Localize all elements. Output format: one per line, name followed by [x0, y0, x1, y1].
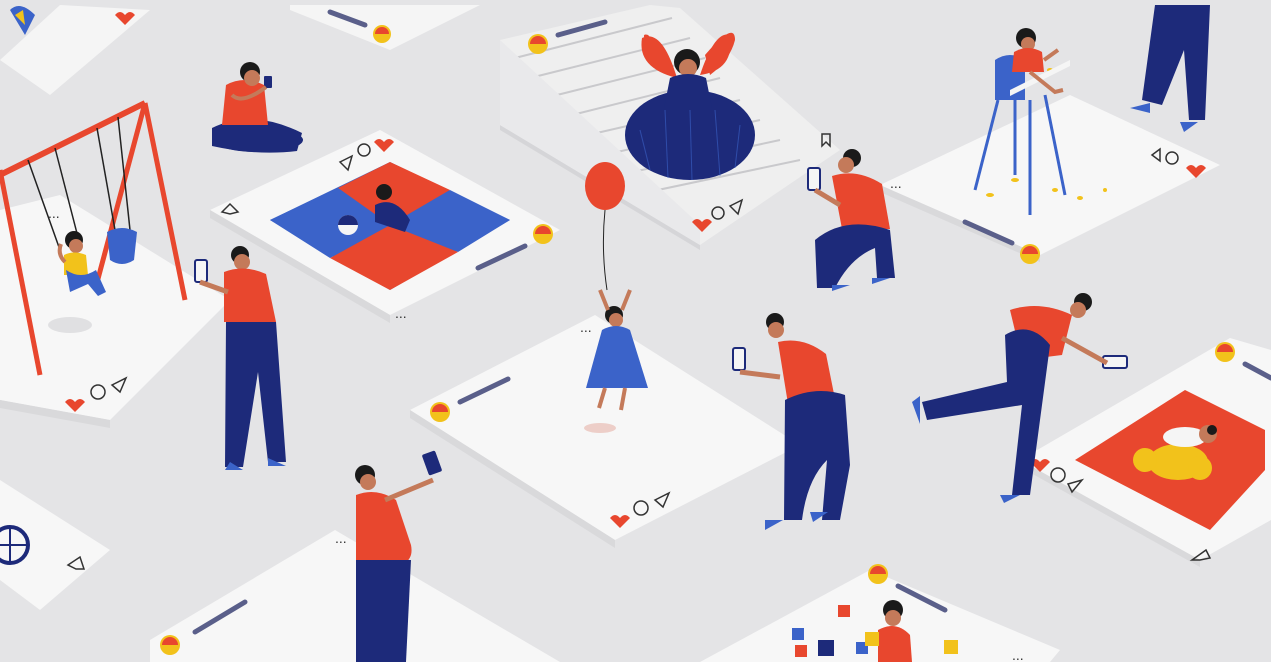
svg-text:...: ...	[580, 319, 592, 335]
card-blocks: ...	[700, 564, 1060, 662]
illustration-scene: ... ... ... ... ... ...	[0, 0, 1271, 662]
card-bottom-mid: ...	[150, 530, 560, 662]
card-stairs	[500, 5, 840, 250]
parent-sitting	[212, 62, 303, 153]
parent-crouching	[807, 149, 895, 291]
svg-text:...: ...	[335, 530, 347, 546]
parent-standing-left	[194, 246, 286, 470]
svg-text:...: ...	[890, 175, 902, 191]
card-bottom-left	[0, 480, 110, 610]
svg-text:...: ...	[48, 205, 60, 221]
card-top-strip	[290, 5, 480, 50]
scene-svg: ... ... ... ... ... ...	[0, 5, 1271, 662]
svg-text:...: ...	[395, 305, 407, 321]
parent-standing-top-right	[1130, 5, 1210, 132]
svg-text:...: ...	[1012, 647, 1024, 662]
card-blanket	[1020, 338, 1271, 567]
card-top-left	[0, 5, 150, 95]
